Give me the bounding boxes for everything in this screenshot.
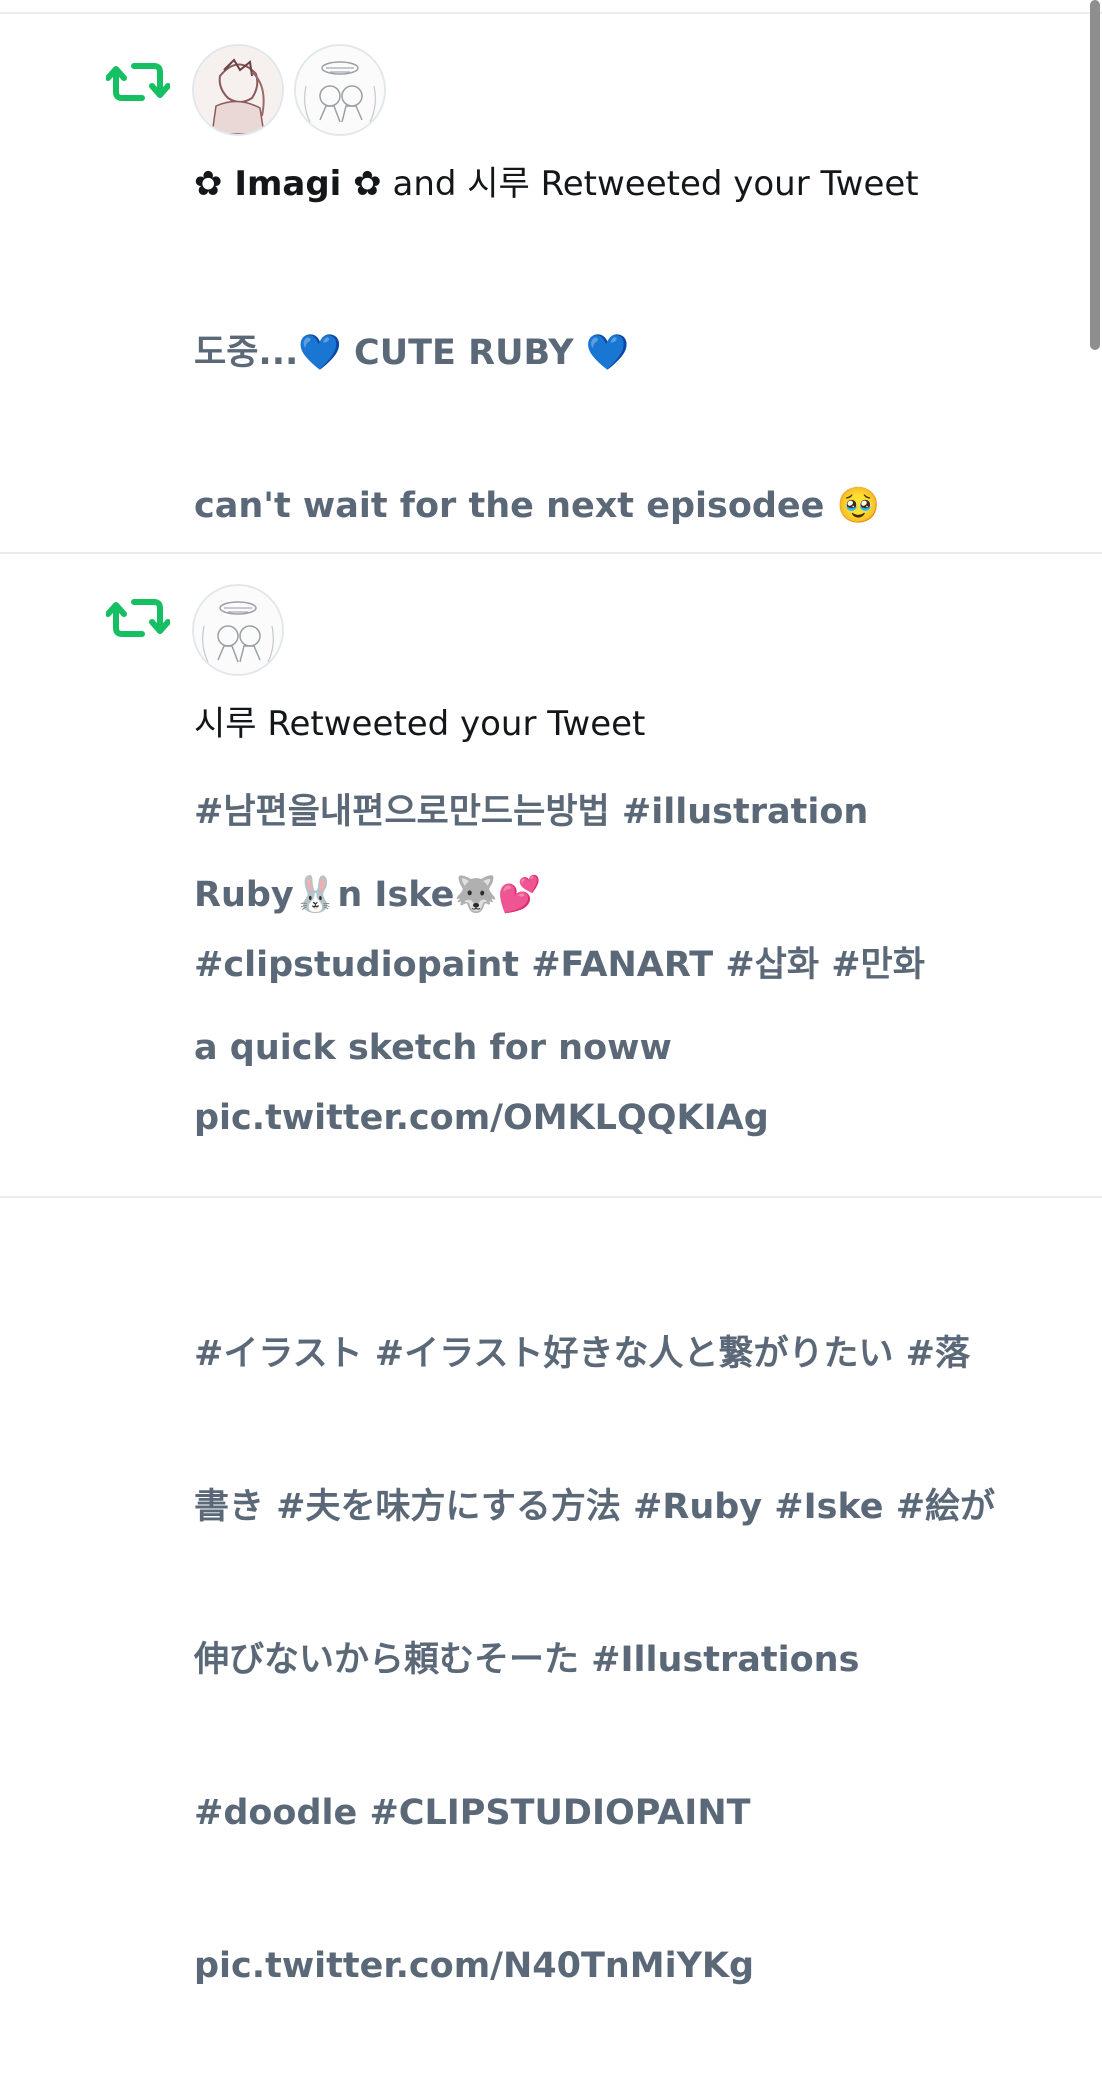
notification-item[interactable]: ✿ Imagi ✿ and 시루 Retweeted your Tweet 도중… xyxy=(0,14,1102,1138)
hashtag-line[interactable]: #doodle #CLIPSTUDIOPAINT xyxy=(194,1788,1074,1839)
tweet-line: a quick sketch for noww xyxy=(194,1028,672,1068)
hashtag-line[interactable]: #イラスト #イラスト好きな人と繋がりたい #落 xyxy=(194,1329,1074,1380)
hashtag-line[interactable]: 書き #夫を味方にする方法 #Ruby #Iske #絵が xyxy=(194,1482,1074,1533)
actor-name[interactable]: 시루 xyxy=(194,704,257,744)
actor-name[interactable]: 시루 xyxy=(467,164,530,204)
retweet-icon xyxy=(106,63,170,101)
avatar[interactable] xyxy=(192,44,284,136)
tweet-text[interactable]: Ruby🐰n Iske🐺💕 a quick sketch for noww #イ… xyxy=(194,768,1074,2094)
notification-headline: ✿ Imagi ✿ and 시루 Retweeted your Tweet xyxy=(194,164,919,204)
notification-item[interactable]: 시루 Retweeted your Tweet Ruby🐰n Iske🐺💕 a … xyxy=(0,554,1102,1986)
bottom-divider xyxy=(0,1196,1102,1198)
tweet-line: Ruby🐰n Iske🐺💕 xyxy=(194,875,542,915)
tweet-link[interactable]: pic.twitter.com/N40TnMiYKg xyxy=(194,1941,1074,1992)
avatar[interactable] xyxy=(192,584,284,676)
actor-name[interactable]: ✿ Imagi ✿ xyxy=(194,164,382,204)
notification-headline: 시루 Retweeted your Tweet xyxy=(194,704,645,744)
action-text: Retweeted your Tweet xyxy=(256,704,646,744)
action-text: Retweeted your Tweet xyxy=(529,164,919,204)
scrollbar[interactable] xyxy=(1090,0,1100,350)
tweet-line xyxy=(194,1176,1074,1227)
hashtag-line[interactable]: 伸びないから頼むそーた #Illustrations xyxy=(194,1635,1074,1686)
tweet-line: can't wait for the next episodee 🥹 xyxy=(194,486,881,526)
retweet-icon xyxy=(106,599,170,637)
tweet-line: 도중...💙 CUTE RUBY 💙 xyxy=(194,333,630,373)
avatar[interactable] xyxy=(294,44,386,136)
connector-text: and xyxy=(381,164,468,204)
